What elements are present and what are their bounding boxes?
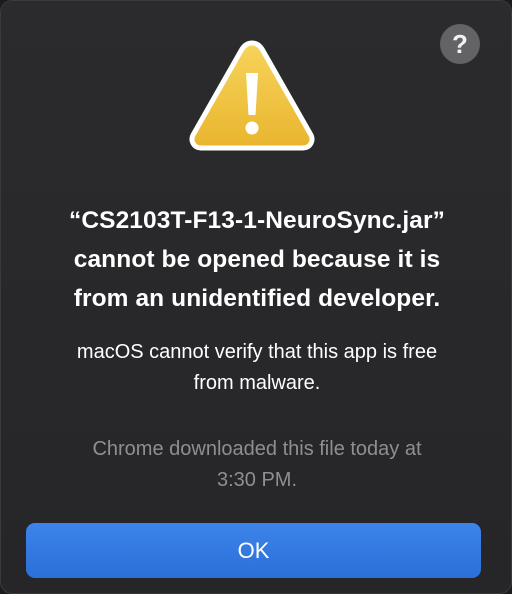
message-line: macOS cannot verify that this app is fre… (76, 341, 438, 363)
dialog-title: “CS2103T-F13-1-NeuroSync.jar” cannot be … (21, 201, 493, 318)
footnote-line: Chrome downloaded this file today at (92, 438, 422, 460)
message-line: from malware. (193, 372, 321, 394)
footnote-line: 3:30 PM. (216, 469, 298, 491)
help-button[interactable]: ? (440, 24, 480, 64)
download-source-note: Chrome downloaded this file today at 3:3… (21, 434, 493, 496)
title-line: from an unidentified developer. (73, 285, 441, 312)
security-alert-dialog: ? “CS2103T-F13-1-NeuroSync.jar” cannot b… (0, 0, 512, 594)
ok-button[interactable]: OK (26, 523, 481, 578)
warning-triangle-icon (189, 40, 315, 151)
title-line: cannot be opened because it is (73, 246, 441, 273)
dialog-message: macOS cannot verify that this app is fre… (21, 337, 493, 399)
title-line: “CS2103T-F13-1-NeuroSync.jar” (69, 207, 445, 234)
